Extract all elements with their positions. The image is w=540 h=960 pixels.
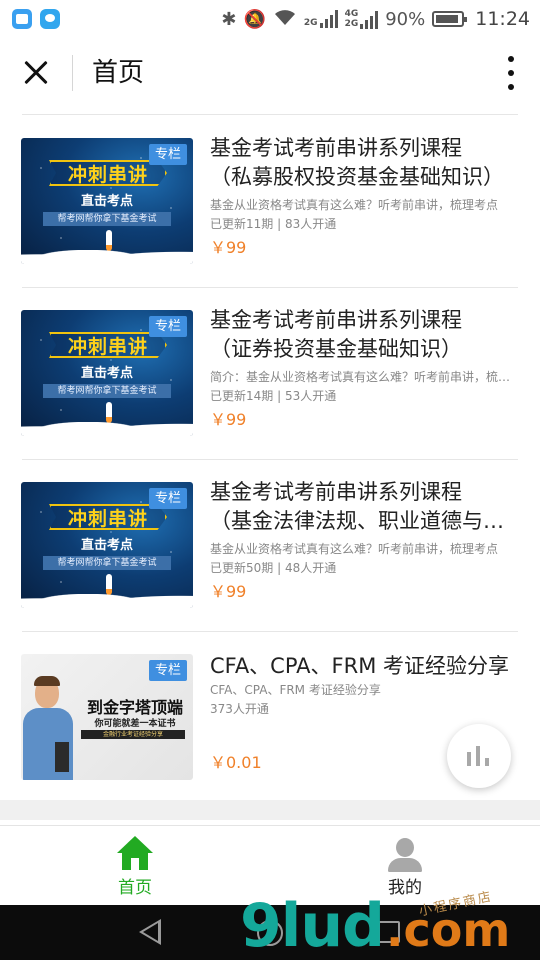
course-description: 基金从业资格考试真有这么难？听考前串讲，梳理考点 bbox=[210, 542, 499, 556]
nav-item-me[interactable]: 我的 bbox=[270, 826, 540, 906]
signal-2g-indicator: 2G bbox=[304, 10, 338, 28]
course-price: ￥99 bbox=[210, 238, 247, 257]
network-4g-label: 4G bbox=[344, 8, 359, 19]
clock: 11:24 bbox=[475, 8, 530, 30]
course-title[interactable]: 基金考试考前串讲系列课程 （基金法律法规、职业道德与业务规范） bbox=[210, 478, 520, 536]
book-icon bbox=[55, 742, 69, 772]
course-price: ￥99 bbox=[210, 582, 247, 601]
course-title-line2: （基金法律法规、职业道德与业务规范） bbox=[210, 509, 520, 533]
course-title-line1: 基金考试考前串讲系列课程 bbox=[210, 136, 462, 160]
status-bar: ✱ 🔕 2G 4G 2G 90% 11:24 bbox=[0, 0, 540, 38]
thumb-headline: 冲刺串讲 bbox=[67, 163, 148, 186]
course-thumbnail[interactable]: 冲刺串讲 直击考点 帮考网帮你拿下基金考试 专栏 bbox=[21, 482, 193, 608]
course-description: 基金从业资格考试真有这么难？听考前串讲，梳理考点 bbox=[210, 198, 499, 212]
stats-float-button[interactable] bbox=[447, 724, 511, 788]
column-badge: 专栏 bbox=[148, 488, 187, 509]
course-description: CFA、CPA、FRM 考证经验分享 bbox=[210, 683, 381, 697]
course-meta: 已更新11期 | 83人开通 bbox=[210, 217, 337, 231]
home-circle-icon[interactable] bbox=[257, 920, 283, 946]
course-title[interactable]: 基金考试考前串讲系列课程 （私募股权投资基金基础知识） bbox=[210, 134, 520, 192]
home-icon bbox=[117, 836, 153, 870]
clouds-decoration bbox=[21, 250, 193, 264]
course-meta: 已更新14期 | 53人开通 bbox=[210, 389, 337, 403]
nav-label-home: 首页 bbox=[118, 878, 152, 898]
recent-apps-icon[interactable] bbox=[378, 921, 400, 943]
rocket-icon bbox=[106, 574, 112, 595]
status-indicators: ✱ 🔕 2G 4G 2G 90% 11:24 bbox=[221, 6, 530, 32]
course-meta: 373人开通 bbox=[210, 702, 269, 716]
close-icon[interactable] bbox=[18, 55, 54, 91]
course-price: ￥99 bbox=[210, 410, 247, 429]
thumb-headline: 冲刺串讲 bbox=[67, 335, 148, 358]
bar-chart-icon bbox=[467, 746, 491, 766]
thumb-subheadline: 你可能就差一本证书 bbox=[94, 719, 176, 729]
network-2g-label-b: 2G bbox=[344, 18, 359, 29]
course-title-line2: （证券投资基金基础知识） bbox=[210, 337, 462, 361]
thumb-subheadline: 直击考点 bbox=[80, 194, 133, 209]
signal-strength-icon bbox=[319, 10, 338, 28]
clouds-decoration bbox=[21, 422, 193, 436]
thumb-strip: 金融行业考证经验分享 bbox=[81, 730, 185, 739]
back-icon[interactable] bbox=[139, 919, 161, 945]
course-item[interactable]: 冲刺串讲 直击考点 帮考网帮你拿下基金考试 专栏 基金考试考前串讲系列课程 （私… bbox=[0, 116, 540, 288]
thumb-subheadline: 直击考点 bbox=[80, 366, 133, 381]
battery-icon bbox=[432, 11, 468, 27]
more-vertical-icon[interactable] bbox=[504, 56, 518, 90]
course-item[interactable]: 冲刺串讲 直击考点 帮考网帮你拿下基金考试 专栏 基金考试考前串讲系列课程 （证… bbox=[0, 288, 540, 460]
mute-icon: 🔕 bbox=[243, 8, 266, 30]
column-badge: 专栏 bbox=[148, 144, 187, 165]
course-title-line1: 基金考试考前串讲系列课程 bbox=[210, 480, 462, 504]
nav-item-home[interactable]: 首页 bbox=[0, 826, 270, 906]
person-hair bbox=[34, 676, 60, 686]
thumb-subheadline: 直击考点 bbox=[80, 538, 133, 553]
rocket-icon bbox=[106, 230, 112, 251]
course-title-line1: 基金考试考前串讲系列课程 bbox=[210, 308, 462, 332]
signal-strength-icon-b bbox=[360, 10, 379, 29]
course-title[interactable]: CFA、CPA、FRM 考证经验分享 bbox=[210, 652, 520, 681]
course-thumbnail[interactable]: 到金字塔顶端 你可能就差一本证书 金融行业考证经验分享 专栏 bbox=[21, 654, 193, 780]
list-top-divider bbox=[22, 114, 518, 115]
thumb-strip: 帮考网帮你拿下基金考试 bbox=[43, 384, 171, 398]
battery-percent: 90% bbox=[385, 8, 426, 30]
notification-icons bbox=[12, 9, 60, 29]
thumb-strip: 帮考网帮你拿下基金考试 bbox=[43, 556, 171, 570]
course-thumbnail[interactable]: 冲刺串讲 直击考点 帮考网帮你拿下基金考试 专栏 bbox=[21, 310, 193, 436]
thumb-headline: 到金字塔顶端 bbox=[86, 698, 183, 717]
system-nav-bar bbox=[0, 905, 540, 960]
course-title[interactable]: 基金考试考前串讲系列课程 （证券投资基金基础知识） bbox=[210, 306, 520, 364]
rocket-icon bbox=[106, 402, 112, 423]
user-icon bbox=[387, 838, 423, 872]
course-title-line1: CFA、CPA、FRM 考证经验分享 bbox=[210, 654, 509, 678]
course-description: 简介：基金从业资格考试真有这么难？听考前串讲，梳理考点 bbox=[210, 370, 520, 384]
column-badge: 专栏 bbox=[148, 660, 187, 681]
thumb-headline: 冲刺串讲 bbox=[67, 507, 148, 530]
section-gap bbox=[0, 800, 540, 820]
clouds-decoration bbox=[21, 594, 193, 608]
column-badge: 专栏 bbox=[148, 316, 187, 337]
course-thumbnail[interactable]: 冲刺串讲 直击考点 帮考网帮你拿下基金考试 专栏 bbox=[21, 138, 193, 264]
page-title: 首页 bbox=[92, 58, 145, 88]
course-meta: 已更新50期 | 48人开通 bbox=[210, 561, 337, 575]
network-2g-label: 2G bbox=[303, 18, 318, 28]
signal-4g-indicator: 4G 2G bbox=[344, 8, 379, 29]
title-divider bbox=[72, 55, 73, 91]
course-item[interactable]: 冲刺串讲 直击考点 帮考网帮你拿下基金考试 专栏 基金考试考前串讲系列课程 （基… bbox=[0, 460, 540, 632]
course-title-line2: （私募股权投资基金基础知识） bbox=[210, 165, 504, 189]
wifi-icon bbox=[273, 8, 297, 31]
message-notification-icon bbox=[40, 9, 60, 29]
bluetooth-icon: ✱ bbox=[221, 8, 237, 30]
nav-label-me: 我的 bbox=[388, 878, 422, 898]
thumb-strip: 帮考网帮你拿下基金考试 bbox=[43, 212, 171, 226]
title-bar: 首页 bbox=[0, 38, 540, 108]
gallery-notification-icon bbox=[12, 9, 32, 29]
